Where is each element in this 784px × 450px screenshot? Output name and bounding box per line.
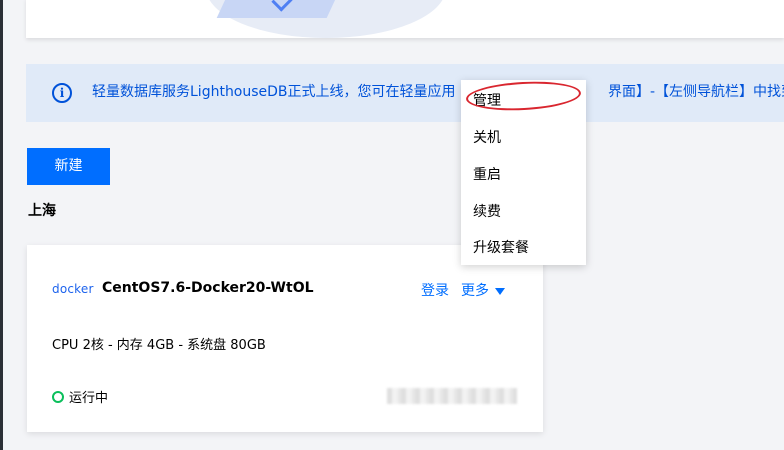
menu-item-shutdown[interactable]: 关机	[473, 127, 501, 147]
menu-item-upgrade[interactable]: 升级套餐	[473, 237, 529, 257]
info-icon: i	[52, 83, 72, 103]
notice-text-continued: 界面】-【左侧导航栏】中找到新	[608, 84, 784, 100]
create-button[interactable]: 新建	[27, 148, 110, 185]
menu-item-renew[interactable]: 续费	[473, 201, 501, 221]
more-label: 更多	[461, 283, 489, 299]
menu-item-restart[interactable]: 重启	[473, 164, 501, 184]
more-dropdown-menu: 管理 关机 重启 续费 升级套餐	[461, 80, 586, 265]
redacted-info	[387, 388, 517, 404]
docker-logo: docker	[52, 282, 94, 296]
instance-status: 运行中	[52, 387, 108, 406]
left-edge-bar	[0, 0, 3, 450]
status-text: 运行中	[69, 391, 109, 406]
notice-text: 轻量数据库服务LighthouseDB正式上线，您可在轻量应用	[92, 84, 456, 100]
instance-card: docker CentOS7.6-Docker20-WtOL 登录 更多 CPU…	[27, 245, 543, 432]
menu-item-manage[interactable]: 管理	[473, 90, 501, 110]
caret-down-icon	[495, 287, 505, 295]
more-dropdown-toggle[interactable]: 更多	[461, 280, 505, 300]
instance-spec: CPU 2核 - 内存 4GB - 系统盘 80GB	[52, 338, 266, 353]
login-link[interactable]: 登录	[421, 280, 449, 300]
info-notice: i 轻量数据库服务LighthouseDB正式上线，您可在轻量应用 界面】-【左…	[26, 64, 784, 122]
instance-name[interactable]: CentOS7.6-Docker20-WtOL	[102, 280, 314, 296]
region-title: 上海	[28, 203, 56, 219]
top-banner-card	[26, 0, 784, 38]
status-running-icon	[52, 390, 64, 403]
